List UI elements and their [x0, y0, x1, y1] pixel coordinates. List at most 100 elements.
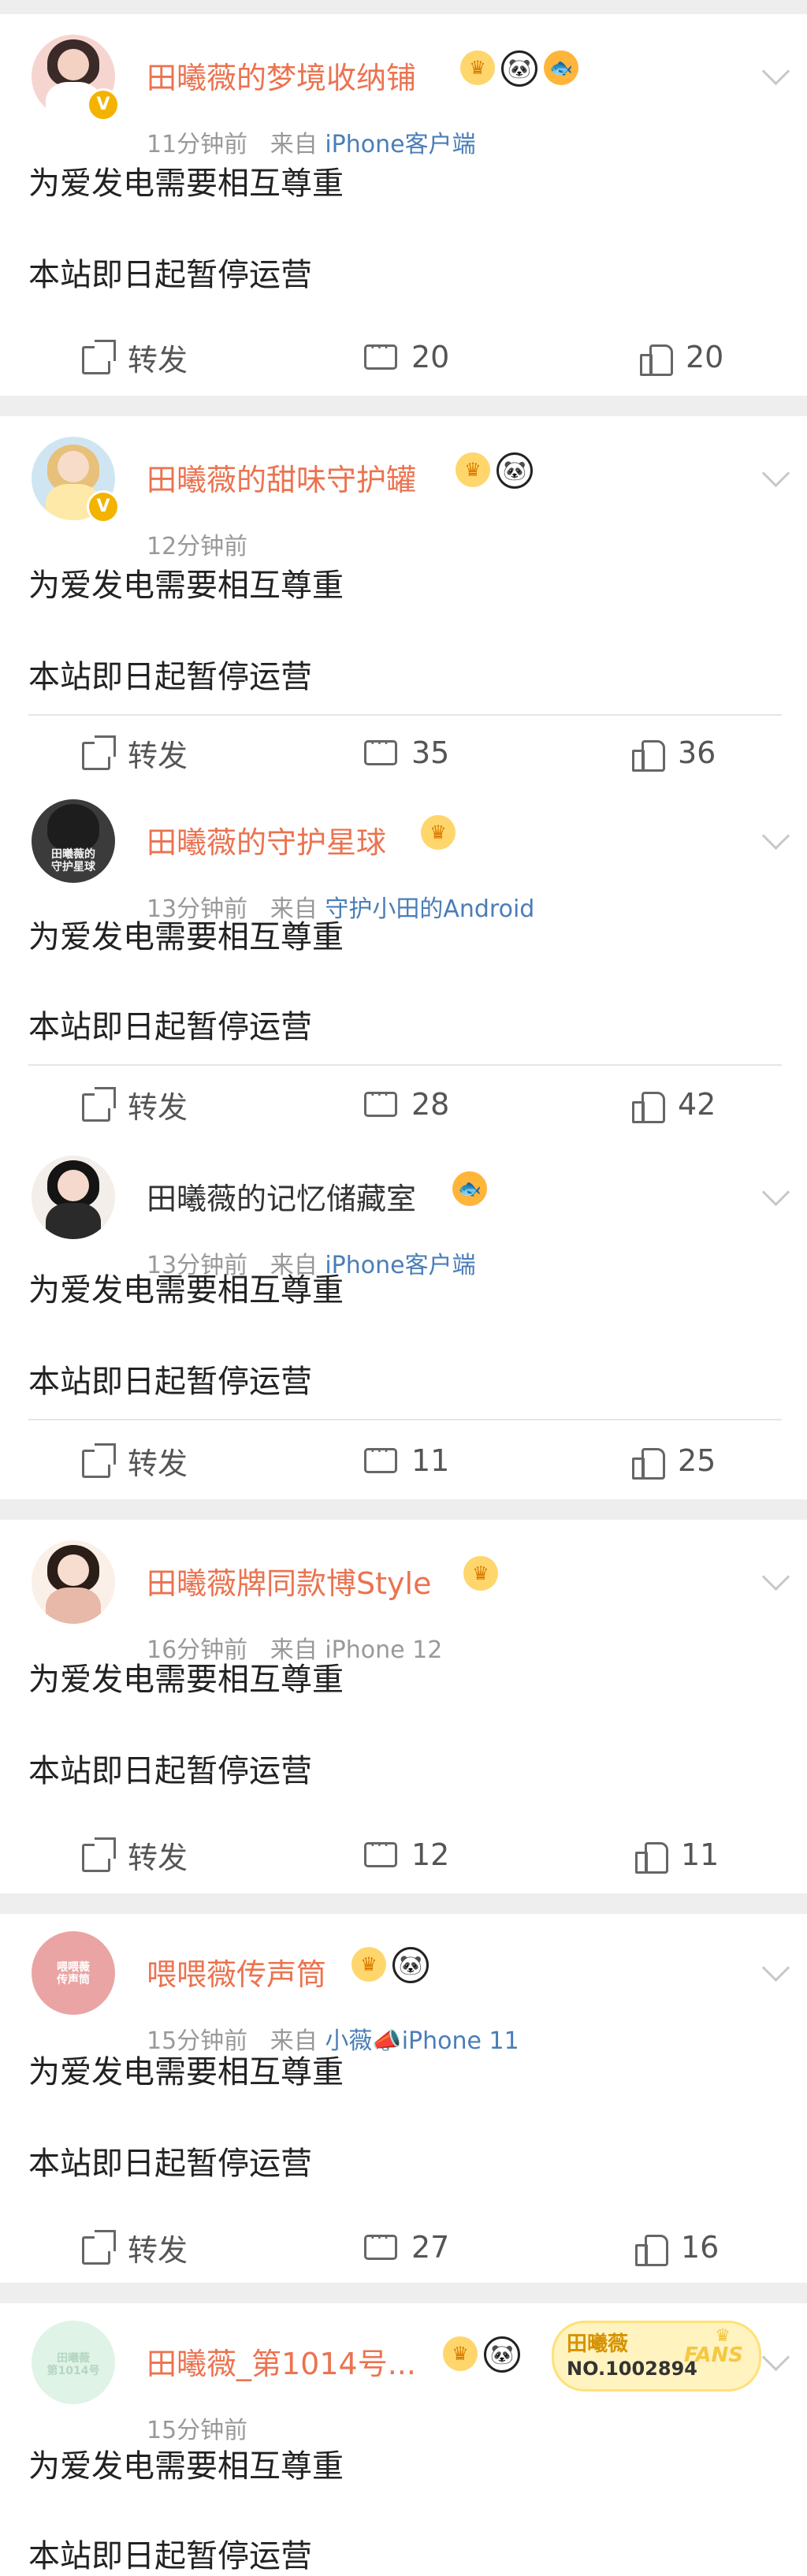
repost-button[interactable]: 转发 [80, 1827, 188, 1882]
crown-icon: ♛ [351, 1947, 386, 1982]
comment-icon [364, 1440, 397, 1476]
chevron-down-icon[interactable] [764, 1958, 787, 1980]
comment-icon [364, 1834, 397, 1871]
post-text-line: 本站即日起暂停运营 [28, 257, 312, 293]
author-name[interactable]: 田曦薇_第1014号... [147, 2340, 416, 2383]
comment-icon [364, 1084, 397, 1120]
post-meta: 11分钟前 来自 iPhone客户端 [147, 125, 476, 159]
comment-count: 20 [411, 340, 450, 374]
post-text-line: 为爱发电需要相互尊重 [28, 2448, 344, 2485]
avatar[interactable]: 田曦薇 第1014号 [32, 2321, 115, 2404]
like-button[interactable]: 16 [634, 2220, 719, 2275]
author-name[interactable]: 田曦薇的守护星球 [147, 818, 386, 862]
repost-label: 转发 [128, 1089, 188, 1125]
post-text-line: 为爱发电需要相互尊重 [28, 1272, 344, 1308]
share-icon [80, 1839, 112, 1872]
like-count: 25 [678, 1443, 716, 1478]
like-button[interactable]: 42 [630, 1077, 716, 1132]
comment-button[interactable]: 27 [364, 2220, 449, 2275]
author-name[interactable]: 田曦薇的记忆储藏室 [147, 1174, 416, 1218]
thumbs-up-icon [634, 2232, 668, 2266]
avatar-hair [47, 804, 99, 851]
chevron-down-icon[interactable] [764, 1567, 787, 1589]
post-source[interactable]: 守护小田的Android [325, 895, 534, 923]
post-card[interactable]: 田曦薇 第1014号 田曦薇_第1014号... ♛ 🐼 田曦薇 NO.1002… [0, 2310, 807, 2574]
like-button[interactable]: 36 [630, 725, 716, 780]
like-button[interactable]: 11 [634, 1827, 719, 1882]
like-count: 11 [681, 1837, 720, 1872]
post-card[interactable]: 喂喂薇 传声筒 喂喂薇传声筒 ♛ 🐼 15分钟前 来自 小薇📣iPhone 11… [0, 1920, 807, 2283]
avatar[interactable] [32, 1540, 115, 1624]
share-icon [80, 737, 112, 770]
feed-separator [0, 1499, 807, 1520]
post-text-line: 本站即日起暂停运营 [28, 2146, 312, 2182]
post-card[interactable]: V 田曦薇的梦境收纳铺 ♛ 🐼 🐟 11分钟前 来自 iPhone客户端 为爱发… [0, 24, 807, 394]
comment-button[interactable]: 20 [364, 329, 449, 385]
post-source[interactable]: iPhone客户端 [325, 1252, 475, 1279]
comment-count: 35 [411, 735, 450, 770]
source-prefix: 来自 [270, 131, 318, 158]
post-text-line: 本站即日起暂停运营 [28, 2538, 312, 2574]
repost-label: 转发 [128, 2232, 188, 2268]
comment-button[interactable]: 11 [364, 1433, 449, 1488]
post-text-line: 为爱发电需要相互尊重 [28, 2054, 344, 2090]
divider [28, 1064, 782, 1066]
chevron-down-icon[interactable] [764, 463, 787, 486]
avatar-body [46, 1588, 101, 1624]
post-text-line: 本站即日起暂停运营 [28, 659, 312, 695]
share-icon [80, 341, 112, 374]
comment-icon [364, 2227, 397, 2263]
divider [28, 1419, 782, 1420]
panda-icon: 🐼 [501, 50, 537, 87]
like-button[interactable]: 20 [638, 329, 723, 385]
comment-button[interactable]: 35 [364, 725, 449, 780]
chevron-down-icon[interactable] [764, 826, 787, 848]
weibo-feed: V 田曦薇的梦境收纳铺 ♛ 🐼 🐟 11分钟前 来自 iPhone客户端 为爱发… [0, 0, 807, 2574]
repost-button[interactable]: 转发 [80, 2220, 188, 2275]
like-count: 42 [678, 1087, 716, 1122]
comment-button[interactable]: 28 [364, 1077, 449, 1132]
avatar[interactable] [32, 1156, 115, 1239]
feed-separator [0, 396, 807, 416]
avatar-face [58, 49, 89, 80]
like-button[interactable]: 25 [630, 1433, 716, 1488]
comment-button[interactable]: 12 [364, 1827, 449, 1882]
repost-label: 转发 [128, 1446, 188, 1481]
feed-separator [0, 0, 807, 14]
post-card[interactable]: V 田曦薇的甜味守护罐 ♛ 🐼 12分钟前 为爱发电需要相互尊重 本站即日起暂停… [0, 426, 807, 788]
crown-icon: ♛ [463, 1556, 498, 1591]
post-source[interactable]: 小薇📣iPhone 11 [325, 2027, 519, 2055]
author-name[interactable]: 田曦薇的梦境收纳铺 [147, 54, 416, 97]
share-icon [80, 2232, 112, 2265]
repost-button[interactable]: 转发 [80, 1433, 188, 1488]
repost-button[interactable]: 转发 [80, 1077, 188, 1132]
chevron-down-icon[interactable] [764, 2347, 787, 2369]
post-source[interactable]: iPhone客户端 [325, 131, 475, 158]
crown-icon: ♛ [421, 815, 456, 850]
comment-icon [364, 337, 397, 373]
avatar[interactable]: 田曦薇的 守护星球 [32, 799, 115, 883]
comment-count: 27 [411, 2230, 450, 2265]
fans-badge[interactable]: 田曦薇 NO.1002894 ♛ FANS [552, 2321, 761, 2392]
avatar-face [58, 1554, 89, 1586]
like-count: 36 [678, 735, 716, 770]
author-name[interactable]: 喂喂薇传声筒 [147, 1950, 326, 1993]
repost-button[interactable]: 转发 [80, 725, 188, 780]
avatar-face [58, 451, 89, 482]
post-text-line: 为爱发电需要相互尊重 [28, 568, 344, 604]
post-text-line: 为爱发电需要相互尊重 [28, 1662, 344, 1698]
chevron-down-icon[interactable] [764, 1182, 787, 1204]
post-card[interactable]: 田曦薇的记忆储藏室 🐟 13分钟前 来自 iPhone客户端 为爱发电需要相互尊… [0, 1145, 807, 1499]
action-bar: 转发 20 20 [0, 329, 807, 385]
post-card[interactable]: 田曦薇牌同款博Style ♛ 16分钟前 来自 iPhone 12 为爱发电需要… [0, 1529, 807, 1893]
chevron-down-icon[interactable] [764, 61, 787, 84]
avatar[interactable]: 喂喂薇 传声筒 [32, 1931, 115, 2015]
author-name[interactable]: 田曦薇的甜味守护罐 [147, 456, 416, 499]
repost-button[interactable]: 转发 [80, 329, 188, 385]
repost-label: 转发 [128, 342, 188, 378]
comment-icon [364, 732, 397, 769]
author-name[interactable]: 田曦薇牌同款博Style [147, 1559, 431, 1603]
comment-count: 11 [411, 1443, 450, 1478]
share-icon [80, 1089, 112, 1122]
post-card[interactable]: 田曦薇的 守护星球 田曦薇的守护星球 ♛ 13分钟前 来自 守护小田的Andro… [0, 788, 807, 1143]
